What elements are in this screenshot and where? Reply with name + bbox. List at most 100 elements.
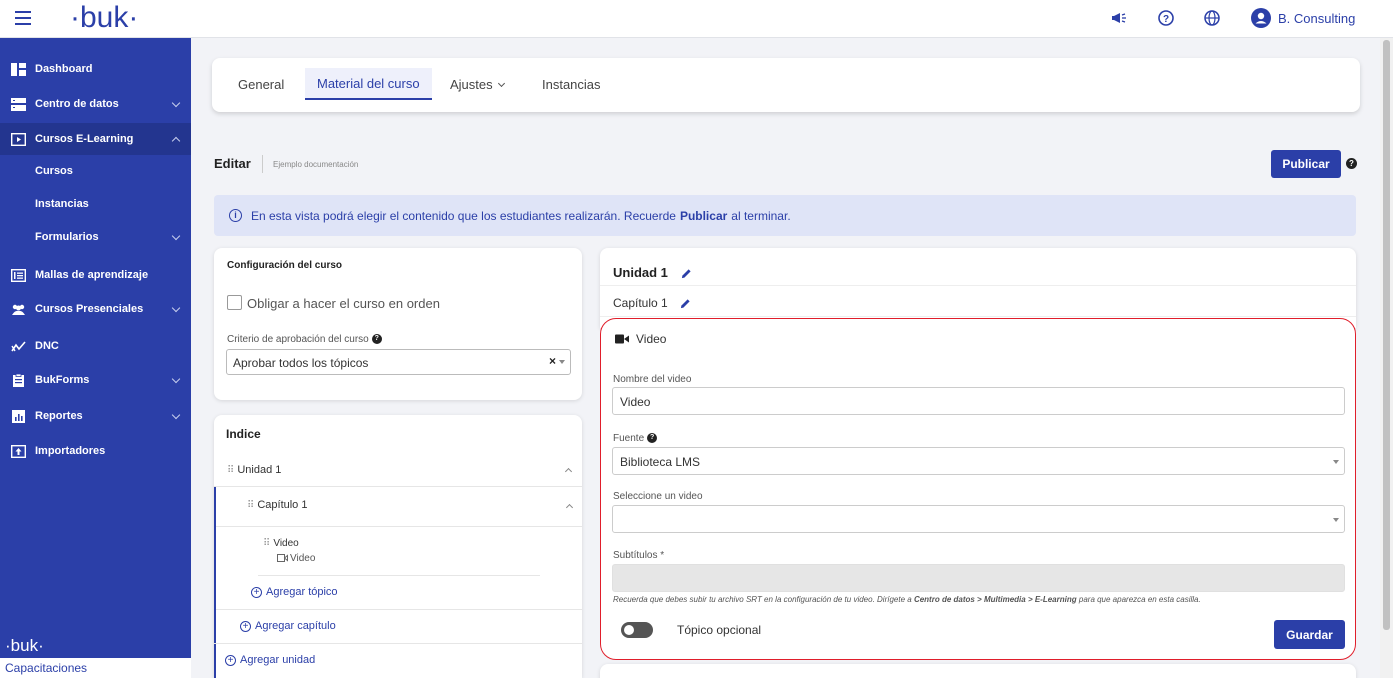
sidebar-item-cursos-presenciales[interactable]: Cursos Presenciales: [0, 293, 191, 325]
user-name: B. Consulting: [1278, 10, 1356, 26]
source-select[interactable]: Biblioteca LMS: [612, 447, 1345, 475]
optional-topic-label: Tópico opcional: [677, 623, 762, 637]
sidebar-item-importadores[interactable]: Importadores: [0, 435, 191, 467]
add-chapter-button[interactable]: + Agregar capítulo: [240, 620, 336, 632]
sidebar-subitem-instancias[interactable]: Instancias: [35, 198, 89, 210]
sidebar-item-mallas[interactable]: Mallas de aprendizaje: [0, 259, 191, 291]
plus-circle-icon: +: [240, 621, 251, 632]
user-avatar-icon: [1251, 8, 1271, 28]
top-bar: ·buk· ? B. Consulting: [0, 0, 1393, 38]
video-name-input[interactable]: Video: [612, 387, 1345, 415]
course-name: Ejemplo documentación: [273, 160, 359, 169]
sidebar-item-bukforms[interactable]: BukForms: [0, 364, 191, 396]
help-icon[interactable]: ?: [1346, 158, 1357, 169]
footer-logo: ·buk·: [5, 636, 44, 655]
order-checkbox[interactable]: [227, 295, 242, 310]
criterion-select[interactable]: Aprobar todos los tópicos ×: [226, 349, 571, 375]
dashboard-icon: [11, 62, 26, 76]
subtitles-hint: Recuerda que debes subir tu archivo SRT …: [613, 595, 1201, 604]
tab-general[interactable]: General: [238, 77, 284, 92]
index-topic-type: Video: [277, 553, 315, 564]
help-icon[interactable]: ?: [371, 334, 382, 345]
save-button[interactable]: Guardar: [1274, 620, 1345, 649]
scrollbar-thumb[interactable]: [1383, 40, 1390, 630]
criterion-label: Criterio de aprobación del curso?: [227, 334, 382, 345]
module-label: Capacitaciones: [0, 658, 191, 678]
clear-icon[interactable]: ×: [549, 354, 556, 368]
index-card: Indice ⠿ Unidad 1 ⠿ Capítulo 1 ⠿ Video Vide…: [214, 415, 582, 678]
report-chart-icon: [12, 409, 25, 423]
sidebar-item-reportes[interactable]: Reportes: [0, 400, 191, 432]
help-icon[interactable]: ?: [1157, 9, 1175, 27]
dropdown-arrow-icon: [559, 360, 565, 364]
database-icon: [11, 97, 26, 111]
clipboard-icon: [13, 373, 24, 387]
pencil-icon[interactable]: [680, 298, 691, 309]
optional-topic-toggle[interactable]: [621, 622, 653, 638]
megaphone-icon[interactable]: [1111, 9, 1129, 27]
tab-material-del-curso[interactable]: Material del curso: [305, 68, 432, 100]
list-book-icon: [11, 268, 26, 282]
info-banner: i En esta vista podrá elegir el contenid…: [214, 195, 1356, 236]
sidebar: Dashboard Centro de datos Cursos E-Learn…: [0, 38, 191, 678]
add-topic-button[interactable]: + Agregar tópico: [251, 586, 338, 598]
tab-instancias[interactable]: Instancias: [542, 77, 601, 92]
help-icon[interactable]: ?: [647, 433, 658, 444]
user-menu[interactable]: B. Consulting: [1251, 7, 1355, 29]
video-camera-icon: [277, 554, 288, 563]
trend-chart-icon: [11, 340, 26, 351]
svg-text:?: ?: [1163, 14, 1169, 25]
chevron-down-icon: [171, 374, 181, 384]
plus-circle-icon: +: [225, 655, 236, 666]
tab-ajustes[interactable]: Ajustes: [450, 77, 505, 92]
plus-circle-icon: +: [251, 587, 262, 598]
drag-handle-icon[interactable]: ⠿: [247, 500, 254, 511]
index-title: Indice: [226, 427, 261, 441]
sidebar-item-cursos-e-learning[interactable]: Cursos E-Learning: [0, 123, 191, 155]
course-tabs: General Material del curso Ajustes Insta…: [212, 58, 1360, 112]
pencil-icon[interactable]: [681, 268, 692, 279]
users-icon: [12, 304, 25, 315]
add-unit-button[interactable]: + Agregar unidad: [225, 654, 315, 666]
index-unit[interactable]: ⠿ Unidad 1: [227, 464, 281, 476]
chevron-down-icon: [171, 231, 181, 241]
publish-button[interactable]: Publicar: [1271, 150, 1341, 178]
play-screen-icon: [11, 132, 26, 146]
sidebar-item-centro-de-datos[interactable]: Centro de datos: [0, 88, 191, 120]
title-divider: [262, 155, 263, 173]
source-label: Fuente?: [613, 433, 658, 444]
video-camera-icon: [615, 334, 629, 344]
index-topic[interactable]: ⠿ Video: [263, 538, 299, 549]
chevron-up-icon: [171, 136, 181, 146]
chevron-down-icon: [497, 79, 505, 88]
sidebar-item-dnc[interactable]: DNC: [0, 330, 191, 362]
video-topic-editor: Video Nombre del video Video Fuente? Bib…: [600, 318, 1356, 660]
sidebar-subitem-formularios[interactable]: Formularios: [0, 221, 191, 253]
sidebar-item-dashboard[interactable]: Dashboard: [0, 53, 191, 85]
dropdown-arrow-icon: [1333, 518, 1339, 522]
subtitles-label: Subtítulos *: [613, 550, 665, 561]
video-name-label: Nombre del video: [613, 374, 692, 385]
unit-title: Unidad 1: [613, 265, 692, 280]
chapter-title: Capítulo 1: [613, 296, 691, 310]
chevron-up-icon[interactable]: [565, 503, 574, 512]
chevron-up-icon[interactable]: [564, 467, 573, 476]
select-video-label: Seleccione un video: [613, 491, 703, 502]
sidebar-subitem-cursos[interactable]: Cursos: [35, 165, 73, 177]
drag-handle-icon[interactable]: ⠿: [227, 465, 234, 476]
drag-handle-icon[interactable]: ⠿: [263, 538, 270, 549]
block-header: Video: [615, 332, 666, 346]
chevron-down-icon: [171, 98, 181, 108]
page-scrollbar[interactable]: [1380, 38, 1393, 678]
globe-icon[interactable]: [1203, 9, 1221, 27]
buk-logo[interactable]: ·buk·: [70, 2, 138, 34]
video-select[interactable]: [612, 505, 1345, 533]
config-title: Configuración del curso: [227, 260, 343, 271]
index-chapter[interactable]: ⠿ Capítulo 1: [247, 499, 307, 511]
menu-icon[interactable]: [15, 11, 31, 25]
info-icon: i: [229, 209, 242, 222]
page-title: Editar: [214, 156, 251, 171]
subtitles-select: [612, 564, 1345, 592]
order-checkbox-label: Obligar a hacer el curso en orden: [247, 296, 440, 311]
import-icon: [11, 444, 26, 458]
